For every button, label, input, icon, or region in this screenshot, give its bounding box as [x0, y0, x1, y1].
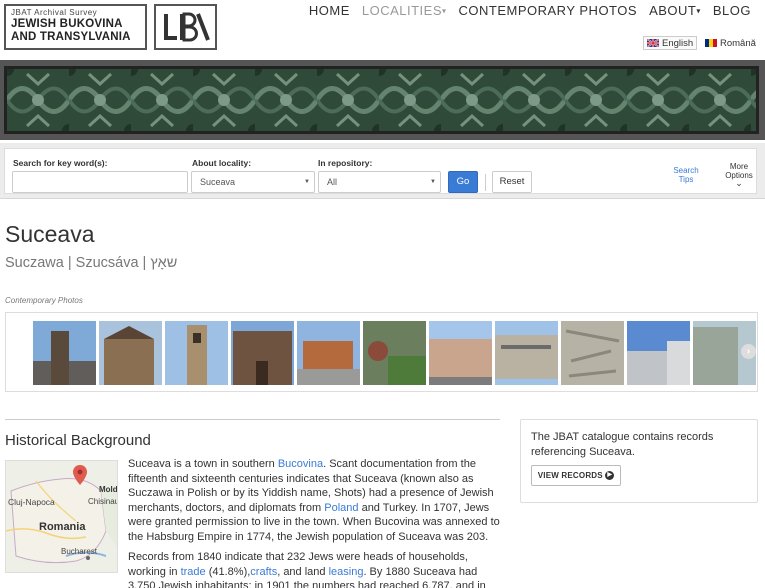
photo-image	[165, 321, 228, 385]
photo-thumbnail[interactable]	[495, 321, 558, 385]
map-marker-icon	[73, 465, 87, 485]
link-crafts[interactable]: crafts	[250, 566, 277, 578]
photo-thumbnail[interactable]	[561, 321, 624, 385]
photo-image	[231, 321, 294, 385]
photo-thumbnail[interactable]	[231, 321, 294, 385]
map-label-moldova: Mold	[99, 485, 118, 494]
logo-subtitle: JBAT Archival Survey	[11, 8, 98, 17]
language-english[interactable]: English	[643, 36, 698, 50]
view-records-label: VIEW RECORDS	[537, 471, 603, 480]
repository-label: In repository:	[318, 158, 373, 168]
photo-thumbnail[interactable]	[363, 321, 426, 385]
link-bucovina[interactable]: Bucovina	[278, 458, 323, 470]
caret-down-icon: ▾	[442, 6, 447, 16]
map-label-romania: Romania	[39, 521, 86, 533]
photo-image	[297, 321, 360, 385]
ornament-pattern-image	[7, 69, 756, 131]
photo-image	[363, 321, 426, 385]
romania-flag-icon	[705, 39, 717, 47]
photo-image	[99, 321, 162, 385]
repository-select[interactable]: All	[318, 171, 441, 193]
link-leasing[interactable]: leasing	[329, 566, 364, 578]
history-heading: Historical Background	[5, 432, 151, 449]
section-divider	[5, 419, 500, 420]
repository-select-value: All	[327, 177, 338, 187]
nav-about-label: ABOUT	[649, 3, 697, 18]
photo-image	[33, 321, 96, 385]
map-label-bucharest: Bucharest	[61, 547, 98, 556]
language-romanian-label: Română	[720, 37, 756, 49]
keyword-input[interactable]	[12, 171, 188, 193]
nav-blog[interactable]: BLOG	[707, 4, 757, 19]
nav-about[interactable]: ABOUT▾	[643, 4, 707, 19]
map-label-cluj: Cluj-Napoca	[8, 497, 55, 507]
photo-thumbnail[interactable]	[165, 321, 228, 385]
catalogue-box: The JBAT catalogue contains records refe…	[520, 419, 758, 503]
photo-image	[495, 321, 558, 385]
uk-flag-icon	[647, 39, 659, 47]
language-english-label: English	[662, 37, 694, 49]
decorative-banner	[0, 60, 765, 140]
more-options-line-1: More	[729, 162, 749, 171]
locality-map[interactable]: Mold Cluj-Napoca Chisinau Romania Buchar…	[5, 460, 118, 573]
lbi-logo-mark	[164, 12, 210, 42]
search-tips-line-2: Tips	[678, 175, 694, 184]
photo-thumbnail[interactable]	[33, 321, 96, 385]
photo-thumbnail[interactable]	[99, 321, 162, 385]
view-records-button[interactable]: VIEW RECORDS ▶	[531, 465, 621, 486]
locality-label: About locality:	[192, 158, 252, 168]
search-form: Search for key word(s): About locality: …	[4, 148, 757, 194]
site-header: JBAT Archival Survey JEWISH BUKOVINA AND…	[0, 0, 765, 60]
photos-label: Contemporary Photos	[5, 296, 83, 305]
language-romanian[interactable]: Română	[705, 36, 756, 50]
locality-select[interactable]: Suceava	[191, 171, 315, 193]
main-nav: HOME LOCALITIES▾ CONTEMPORARY PHOTOS ABO…	[303, 4, 757, 19]
search-tips-link[interactable]: Search Tips	[667, 166, 705, 184]
photo-thumbnail[interactable]	[297, 321, 360, 385]
keyword-label: Search for key word(s):	[13, 158, 108, 168]
banner-image	[4, 66, 759, 134]
text-span: (41.8%),	[205, 565, 251, 578]
logo-line-1: JEWISH BUKOVINA	[11, 18, 123, 30]
text-span: , and land	[277, 565, 329, 578]
search-bar: Search for key word(s): About locality: …	[0, 143, 765, 199]
history-paragraph-1: Suceava is a town in southern Bucovina. …	[128, 457, 500, 545]
search-tips-line-1: Search	[673, 166, 699, 175]
nav-contemporary-photos[interactable]: CONTEMPORARY PHOTOS	[453, 4, 644, 19]
photo-thumbnail[interactable]	[429, 321, 492, 385]
more-options-toggle[interactable]: More Options ⌄	[718, 162, 760, 188]
locality-select-value: Suceava	[200, 177, 236, 187]
text-span: Suceava is a town in southern	[128, 458, 278, 470]
map-label-chisinau: Chisinau	[88, 497, 118, 506]
logo-line-2: AND TRANSYLVANIA	[11, 31, 131, 43]
lbi-logo[interactable]	[154, 4, 217, 50]
photo-image	[429, 321, 492, 385]
photo-image	[561, 321, 624, 385]
chevron-down-icon: ⌄	[735, 178, 743, 188]
caret-down-icon: ▾	[696, 6, 701, 16]
go-button[interactable]: Go	[448, 171, 478, 193]
map-image	[6, 461, 117, 572]
nav-localities-label: LOCALITIES	[361, 3, 442, 18]
nav-home[interactable]: HOME	[303, 4, 356, 19]
photo-image	[627, 321, 690, 385]
divider	[485, 174, 486, 191]
photo-thumbnail[interactable]	[627, 321, 690, 385]
page-subtitle: Suczawa | Szucsáva | שאָץ	[5, 255, 178, 271]
page-title: Suceava	[5, 221, 95, 247]
reset-button[interactable]: Reset	[492, 171, 532, 193]
catalogue-text: The JBAT catalogue contains records refe…	[531, 431, 714, 458]
jbat-logo[interactable]: JBAT Archival Survey JEWISH BUKOVINA AND…	[4, 4, 147, 50]
link-poland[interactable]: Poland	[324, 502, 358, 514]
history-paragraph-2: Records from 1840 indicate that 232 Jews…	[128, 550, 500, 588]
photo-carousel: ›	[5, 312, 758, 392]
carousel-next-icon[interactable]: ›	[741, 344, 756, 359]
nav-localities[interactable]: LOCALITIES▾	[356, 4, 453, 19]
link-trade[interactable]: trade	[181, 566, 206, 578]
arrow-circle-right-icon: ▶	[605, 471, 615, 481]
